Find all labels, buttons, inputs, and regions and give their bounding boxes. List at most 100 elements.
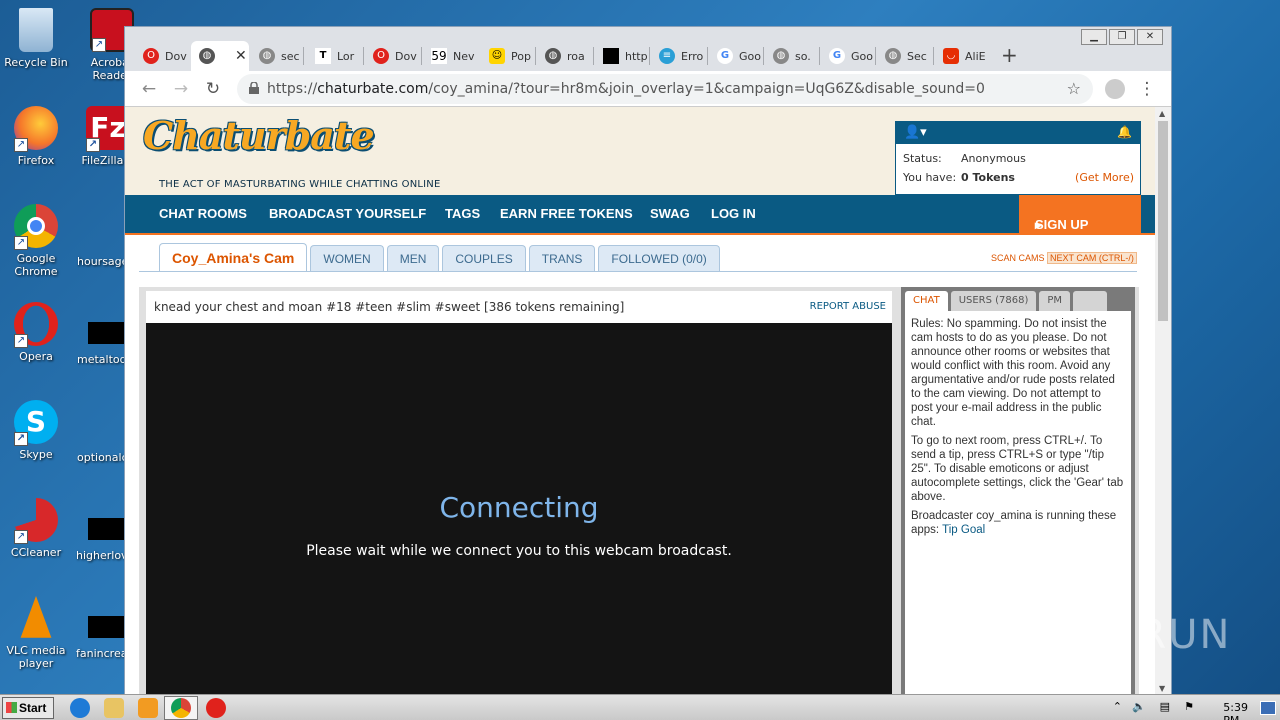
scrollbar-thumb[interactable] — [1158, 121, 1168, 321]
back-arrow-icon[interactable]: ← — [137, 77, 161, 101]
desktop-icon-label: CCleaner — [10, 546, 62, 559]
flag-icon[interactable]: ⚑ — [1184, 700, 1194, 713]
desktop-file-higherlove[interactable]: higherlove — [76, 549, 134, 562]
opera-icon[interactable]: ↗ Opera — [0, 302, 72, 363]
chrome-taskbar-button[interactable] — [164, 696, 198, 720]
browser-tab[interactable]: T Lor — [307, 41, 361, 71]
browser-tab[interactable]: ≡ Erro — [651, 41, 705, 71]
firefox-icon[interactable]: ↗ Firefox — [0, 106, 72, 167]
tab-women[interactable]: WOMEN — [310, 245, 384, 271]
browser-tab-active[interactable]: ◍ ✕ — [191, 41, 249, 71]
tab-trans[interactable]: TRANS — [528, 245, 596, 271]
close-tab-icon[interactable]: ✕ — [235, 48, 247, 64]
profile-icon[interactable] — [1103, 77, 1127, 101]
tab-chat[interactable]: CHAT — [905, 291, 948, 311]
opera-taskbar-icon[interactable] — [206, 698, 226, 718]
vlc-icon[interactable]: VLC media player — [0, 596, 72, 670]
chevron-right-icon: ▸ — [1035, 218, 1042, 232]
page-scrollbar[interactable]: ▲ ▼ — [1155, 107, 1171, 695]
tab-gear[interactable] — [1073, 291, 1108, 311]
tab-label: AliE — [965, 49, 986, 63]
tab-separator — [649, 47, 650, 65]
tab-users[interactable]: USERS (7868) — [950, 291, 1037, 311]
recycle-bin-icon[interactable]: Recycle Bin — [0, 8, 72, 69]
globe-icon: ◍ — [773, 48, 789, 64]
browser-tab[interactable]: G Goo — [709, 41, 763, 71]
browser-tab[interactable]: http — [595, 41, 649, 71]
tip-goal-link[interactable]: Tip Goal — [942, 524, 985, 536]
desktop-file-fanincrea[interactable]: fanincrea — [76, 647, 127, 660]
browser-tab[interactable]: 59 Nev — [423, 41, 477, 71]
browser-tab[interactable]: G Goo — [821, 41, 875, 71]
nav-log-in[interactable]: LOG IN — [711, 206, 756, 221]
nav-earn-free-tokens[interactable]: EARN FREE TOKENS — [500, 206, 633, 221]
network-icon[interactable]: ▤ — [1160, 700, 1170, 713]
desktop-file-metaltoda[interactable]: metaltoda — [77, 353, 133, 366]
chat-apps: Broadcaster coy_amina is running these a… — [911, 509, 1125, 537]
tab-coy-amina-cam[interactable]: Coy_Amina's Cam — [159, 243, 308, 271]
browser-tab[interactable]: ◍ Sec — [877, 41, 931, 71]
tab-couples[interactable]: COUPLES — [442, 245, 526, 271]
tab-label: Pop — [511, 49, 531, 63]
video-player[interactable]: Connecting Please wait while we connect … — [146, 323, 892, 695]
desktop-icon-label: hoursage — [77, 255, 129, 268]
next-cam-button[interactable]: NEXT CAM (CTRL-/) — [1047, 252, 1137, 264]
chrome-icon — [171, 698, 191, 718]
user-dropdown-icon[interactable]: 👤▾ — [904, 125, 927, 140]
start-button[interactable]: Start — [2, 697, 54, 719]
close-window-button[interactable]: ✕ — [1137, 29, 1163, 45]
t-icon: T — [315, 48, 331, 64]
scan-cams-link[interactable]: SCAN CAMS — [991, 253, 1045, 263]
tab-men[interactable]: MEN — [386, 245, 440, 271]
nav-tags[interactable]: TAGS — [445, 206, 480, 221]
minimize-button[interactable]: ▁ — [1081, 29, 1107, 45]
desktop-icon-label: Firefox — [17, 154, 55, 167]
firefox-logo-icon: ↗ — [14, 106, 58, 152]
new-tab-button[interactable]: + — [1001, 43, 1018, 67]
taskbar: Start ⌃ 🔈 ▤ ⚑ 5:39 PM — [0, 694, 1280, 720]
browser-tab[interactable]: O Dov — [365, 41, 419, 71]
scroll-down-icon[interactable]: ▼ — [1159, 684, 1165, 693]
browser-tab[interactable]: ◡ AliE — [935, 41, 989, 71]
bell-icon[interactable]: 🔔 — [1117, 125, 1132, 139]
redacted-icon — [88, 518, 124, 540]
browser-tab[interactable]: ◍ sec — [251, 41, 301, 71]
report-abuse-link[interactable]: REPORT ABUSE — [810, 291, 886, 323]
tab-label: http — [625, 49, 648, 63]
chaturbate-logo[interactable]: Chaturbate — [143, 113, 375, 158]
browser-tab[interactable]: ◍ roa — [537, 41, 591, 71]
scroll-up-icon[interactable]: ▲ — [1159, 109, 1165, 118]
sign-up-button[interactable]: SIGN UP ▸ — [1019, 195, 1141, 233]
59-icon: 59 — [431, 48, 447, 64]
volume-icon[interactable]: 🔈 — [1132, 700, 1146, 713]
clock[interactable]: 5:39 PM — [1223, 701, 1248, 720]
tray-expand-icon[interactable]: ⌃ — [1113, 700, 1122, 713]
browser-tab[interactable]: ◍ so. — [765, 41, 819, 71]
nav-swag[interactable]: SWAG — [650, 206, 690, 221]
ccleaner-icon[interactable]: ↗ CCleaner — [0, 498, 72, 559]
media-player-icon[interactable] — [138, 698, 158, 718]
ie-icon[interactable] — [70, 698, 90, 718]
tab-followed[interactable]: FOLLOWED (0/0) — [598, 245, 720, 271]
tab-pm[interactable]: PM — [1039, 291, 1071, 311]
explorer-folder-icon[interactable] — [104, 698, 124, 718]
nav-chat-rooms[interactable]: CHAT ROOMS — [159, 206, 247, 221]
desktop-file-hoursage[interactable]: hoursage — [77, 255, 129, 268]
chrome-icon[interactable]: ↗ Google Chrome — [0, 204, 72, 278]
show-desktop-icon[interactable] — [1260, 701, 1276, 715]
maximize-button[interactable]: ❐ — [1109, 29, 1135, 45]
bookmark-star-icon[interactable]: ☆ — [1067, 74, 1081, 104]
address-bar[interactable]: https://chaturbate.com/coy_amina/?tour=h… — [237, 74, 1093, 104]
desktop-file-optionalch[interactable]: optionalch — [77, 451, 135, 464]
scan-cams: SCAN CAMS NEXT CAM (CTRL-/) — [991, 252, 1137, 264]
room-subject: knead your chest and moan #18 #teen #sli… — [146, 291, 892, 323]
get-more-link[interactable]: (Get More) — [1075, 168, 1134, 187]
menu-dots-icon[interactable]: ⋮ — [1135, 77, 1159, 101]
browser-tab[interactable]: O Dov — [135, 41, 189, 71]
reload-icon[interactable]: ↻ — [201, 77, 225, 101]
nav-broadcast-yourself[interactable]: BROADCAST YOURSELF — [269, 206, 426, 221]
skype-icon[interactable]: S ↗ Skype — [0, 400, 72, 461]
forward-arrow-icon[interactable]: → — [169, 77, 193, 101]
windows-flag-icon — [6, 702, 17, 713]
browser-tab[interactable]: ☺ Pop — [481, 41, 535, 71]
